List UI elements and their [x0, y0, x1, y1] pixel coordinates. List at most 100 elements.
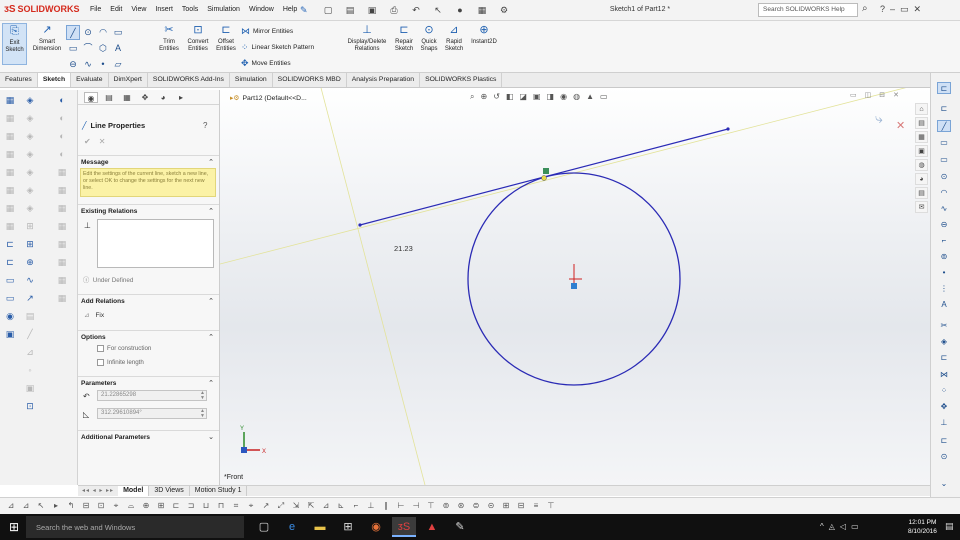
tab-evaluate[interactable]: Evaluate [71, 73, 109, 87]
trim-entities-button[interactable]: ✂ Trim Entities [157, 23, 181, 53]
tab-model[interactable]: Model [118, 486, 150, 496]
feature-tree-root[interactable]: ▸⚙ Part12 (Default<<D... [230, 94, 307, 102]
task-view-icon[interactable]: ▢ [252, 517, 276, 537]
section-view-icon[interactable]: ◧ [506, 92, 514, 102]
right-rectangle-icon[interactable]: ▭ [937, 137, 951, 149]
confirmation-corner-cancel-icon[interactable]: ✕ [896, 119, 905, 132]
bottom-tool-34-icon[interactable]: ⊞ [501, 501, 511, 511]
bottom-tool-12-icon[interactable]: ⊏ [171, 501, 181, 511]
rebuild-icon[interactable]: ● [452, 4, 468, 17]
tool-29-icon[interactable]: ⊿ [24, 346, 36, 359]
bottom-tool-25-icon[interactable]: ⊥ [366, 501, 376, 511]
tab-sketch[interactable]: Sketch [37, 73, 72, 87]
tool-11-icon[interactable]: ▭ [4, 274, 16, 287]
length-field[interactable]: 21.22865298 [97, 390, 207, 401]
tray-chevron-icon[interactable]: ^ [820, 522, 824, 531]
design-library-icon[interactable]: ▦ [915, 131, 928, 143]
sketch-canvas[interactable]: Y X [220, 88, 930, 485]
angle-field[interactable]: 312.29610894° [97, 408, 207, 419]
appearances-icon[interactable]: ◕ [915, 173, 928, 185]
tool-1-icon[interactable]: ▦ [4, 94, 16, 107]
bottom-tool-10-icon[interactable]: ⊕ [141, 501, 151, 511]
tool-39-icon[interactable]: ▦ [56, 202, 68, 215]
taskbar-clock[interactable]: 12:01 PM 8/10/2016 [908, 518, 937, 536]
menu-view[interactable]: View [131, 6, 146, 13]
solidworks-taskbar-icon[interactable]: ᴣS [392, 517, 416, 537]
bottom-tool-4-icon[interactable]: ▸ [51, 501, 61, 511]
quick-snaps-button[interactable]: ⊙ Quick Snaps [418, 23, 440, 53]
bottom-tool-9-icon[interactable]: ⌓ [126, 501, 136, 511]
apply-scene-icon[interactable]: ▲ [586, 92, 594, 102]
tab-motion-study[interactable]: Motion Study 1 [190, 486, 248, 496]
feature-tree-tab-icon[interactable]: ▤ [102, 92, 116, 103]
tool-5-icon[interactable]: ▦ [4, 166, 16, 179]
construction-line-diagonal[interactable] [220, 88, 920, 265]
expand-chevron-icon[interactable]: ⌄ [208, 433, 214, 441]
right-text-icon[interactable]: A [937, 299, 951, 311]
right-polygon-icon[interactable]: ⊚ [937, 251, 951, 263]
bottom-tool-3-icon[interactable]: ↖ [36, 501, 46, 511]
tab-3d-views[interactable]: 3D Views [149, 486, 190, 496]
linear-sketch-pattern-button[interactable]: ⁘ Linear Sketch Pattern [241, 42, 314, 53]
existing-relations-header[interactable]: Existing Relations ⌃ [78, 204, 219, 217]
tool-6-icon[interactable]: ▦ [4, 184, 16, 197]
options-header[interactable]: Options ⌃ [78, 330, 219, 343]
display-delete-relations-button[interactable]: ⊥ Display/Delete Relations [344, 23, 390, 53]
menu-window[interactable]: Window [249, 6, 274, 13]
previous-view-icon[interactable]: ↺ [493, 92, 500, 102]
view-palette-icon[interactable]: ◍ [915, 159, 928, 171]
undo-icon[interactable]: ↶ [408, 4, 424, 17]
right-mirror-icon[interactable]: ⋈ [937, 369, 951, 381]
menu-insert[interactable]: Insert [155, 6, 173, 13]
bottom-tool-33-icon[interactable]: ⊝ [486, 501, 496, 511]
point-tool-icon[interactable]: • [96, 57, 110, 72]
help-question-icon[interactable]: ? [880, 4, 885, 15]
right-slot-icon[interactable]: ▭ [937, 154, 951, 166]
bottom-tool-6-icon[interactable]: ⊟ [81, 501, 91, 511]
tool-30-icon[interactable]: ◦ [24, 364, 36, 377]
right-arc-icon[interactable]: ◠ [937, 187, 951, 199]
tool-9-icon[interactable]: ⊏ [4, 238, 16, 251]
close-icon[interactable]: ✕ [914, 4, 922, 15]
bottom-tool-18-icon[interactable]: ↗ [261, 501, 271, 511]
fillet-tool-icon[interactable]: ⌒ [81, 41, 95, 56]
tool-33-icon[interactable]: ◐ [56, 94, 68, 107]
help-icon[interactable]: ? [203, 121, 207, 130]
save-icon[interactable]: ▣ [364, 4, 380, 17]
restore-icon[interactable]: ▭ [900, 4, 909, 15]
bottom-tool-11-icon[interactable]: ⊞ [156, 501, 166, 511]
pin-icon[interactable]: ✎ [300, 5, 308, 16]
taskbar-search-input[interactable]: Search the web and Windows [26, 516, 244, 538]
bottom-tool-24-icon[interactable]: ⌐ [351, 501, 361, 511]
tool-25-icon[interactable]: ∿ [24, 274, 36, 287]
tool-43-icon[interactable]: ▦ [56, 274, 68, 287]
tab-scroll-buttons[interactable]: ◂◂ ◂ ▸ ▸▸ [78, 486, 118, 496]
arc-tool-icon[interactable]: ◠ [96, 25, 110, 40]
infinite-length-checkbox[interactable]: Infinite length [97, 359, 144, 366]
bottom-tool-23-icon[interactable]: ⊾ [336, 501, 346, 511]
windows-start-icon[interactable]: ⊞ [9, 520, 19, 534]
tab-dimxpert[interactable]: DimXpert [109, 73, 148, 87]
tool-21-icon[interactable]: ◈ [24, 202, 36, 215]
tool-44-icon[interactable]: ▦ [56, 292, 68, 305]
tool-15-icon[interactable]: ◈ [24, 94, 36, 107]
tool-19-icon[interactable]: ◈ [24, 166, 36, 179]
angle-spinner-icon[interactable]: ▲ ▼ [200, 409, 205, 419]
collapse-chevron-icon[interactable]: ⌃ [208, 297, 214, 305]
mirror-entities-button[interactable]: ⋈ Mirror Entities [241, 26, 293, 37]
tool-10-icon[interactable]: ⊏ [4, 256, 16, 269]
network-icon[interactable]: ◬ [829, 522, 835, 531]
tab-simulation[interactable]: Simulation [230, 73, 273, 87]
right-centerline-icon[interactable]: ⋮ [937, 283, 951, 295]
custom-properties-icon[interactable]: ▤ [915, 187, 928, 199]
tool-22-icon[interactable]: ⊞ [24, 220, 36, 233]
additional-parameters-header[interactable]: Additional Parameters ⌄ [78, 430, 219, 443]
volume-icon[interactable]: ◁ [840, 522, 846, 531]
minimize-icon[interactable]: – [890, 4, 895, 15]
bottom-tool-27-icon[interactable]: ⊢ [396, 501, 406, 511]
graphics-restore-icon[interactable]: ⊟ [879, 91, 885, 99]
confirmation-corner-sketch-icon[interactable]: ⤷ [875, 110, 883, 127]
zoom-to-fit-icon[interactable]: ⌕ [470, 92, 474, 102]
right-convert-icon[interactable]: ◈ [937, 336, 951, 348]
length-spinner-icon[interactable]: ▲ ▼ [200, 391, 205, 401]
